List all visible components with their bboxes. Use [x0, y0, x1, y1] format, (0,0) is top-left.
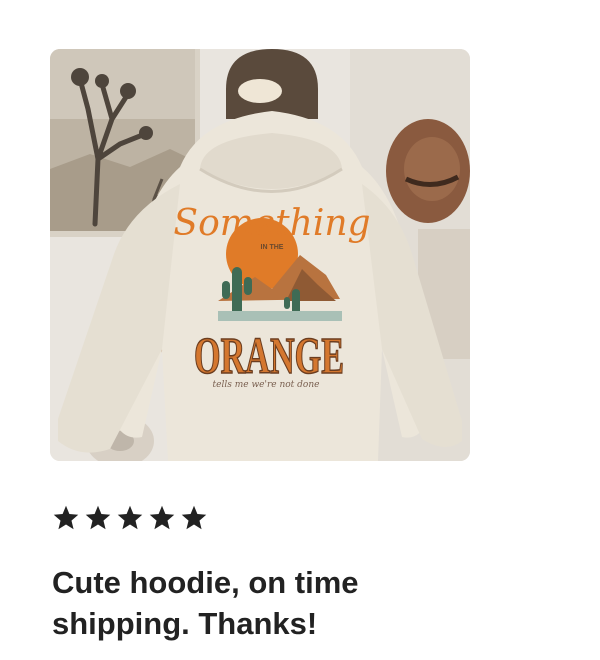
- print-tagline: tells me we're not done: [213, 380, 320, 390]
- review-card: Something IN THE ORANGE tells me we're n…: [0, 0, 600, 660]
- print-word-top: Something: [173, 203, 370, 244]
- star-icon: [117, 505, 143, 530]
- hoodie-product-photo: Something IN THE ORANGE tells me we're n…: [50, 49, 470, 461]
- star-icon: [85, 505, 111, 530]
- print-word-main: ORANGE: [194, 328, 344, 385]
- product-photo[interactable]: Something IN THE ORANGE tells me we're n…: [50, 49, 470, 461]
- star-rating: [52, 504, 208, 534]
- star-icon: [149, 505, 175, 530]
- star-icon: [53, 505, 79, 530]
- hat: [386, 119, 470, 223]
- review-text: Cute hoodie, on time shipping. Thanks!: [52, 565, 359, 641]
- print-word-small: IN THE: [261, 244, 284, 251]
- star-icon: [181, 505, 207, 530]
